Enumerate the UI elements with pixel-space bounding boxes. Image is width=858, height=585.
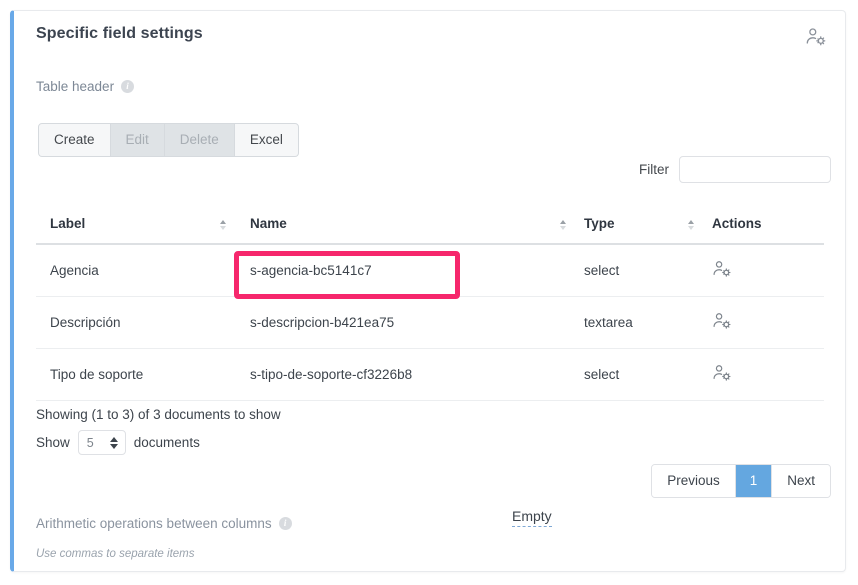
arithmetic-value-editable[interactable]: Empty: [512, 508, 552, 527]
sort-icon-type[interactable]: [688, 220, 694, 230]
table-body: Agencia s-agencia-bc5141c7 select: [36, 244, 824, 401]
section-label-text: Table header: [36, 79, 114, 94]
cell-type: select: [576, 244, 704, 297]
cell-actions: [704, 297, 824, 349]
pagination-page-1[interactable]: 1: [736, 465, 773, 497]
cell-label: Descripción: [36, 297, 236, 349]
specific-field-settings-card: Specific field settings Table header i C…: [10, 10, 846, 572]
user-gear-icon[interactable]: [712, 311, 732, 334]
chevron-updown-icon: [110, 437, 118, 449]
cell-actions: [704, 349, 824, 401]
arithmetic-label-text: Arithmetic operations between columns: [36, 516, 272, 531]
user-gear-icon[interactable]: [712, 363, 732, 386]
create-button[interactable]: Create: [39, 124, 111, 156]
table-row[interactable]: Tipo de soporte s-tipo-de-soporte-cf3226…: [36, 349, 824, 401]
arithmetic-hint-text: Use commas to separate items: [36, 548, 195, 560]
card-inner: Specific field settings Table header i C…: [14, 11, 845, 571]
delete-button[interactable]: Delete: [165, 124, 235, 156]
column-header-label[interactable]: Label: [36, 206, 236, 244]
show-suffix-label: documents: [134, 435, 200, 450]
filter-control: Filter: [639, 156, 831, 183]
cell-label: Tipo de soporte: [36, 349, 236, 401]
table-row[interactable]: Agencia s-agencia-bc5141c7 select: [36, 244, 824, 297]
edit-button[interactable]: Edit: [111, 124, 165, 156]
cell-name: s-descripcion-b421ea75: [236, 297, 576, 349]
page-size-value: 5: [87, 436, 94, 450]
info-icon[interactable]: i: [121, 80, 134, 93]
column-header-actions: Actions: [704, 206, 824, 244]
sort-icon-name[interactable]: [560, 220, 566, 230]
filter-label: Filter: [639, 162, 669, 177]
cell-name: s-agencia-bc5141c7: [236, 244, 576, 297]
showing-documents-text: Showing (1 to 3) of 3 documents to show: [36, 407, 281, 422]
column-header-name-text: Name: [250, 216, 287, 231]
table-row[interactable]: Descripción s-descripcion-b421ea75 texta…: [36, 297, 824, 349]
screenshot-root: Specific field settings Table header i C…: [0, 0, 858, 585]
pagination-previous[interactable]: Previous: [652, 465, 736, 497]
table-header-row: Label Name Type Actions: [36, 206, 824, 244]
cell-label: Agencia: [36, 244, 236, 297]
excel-button[interactable]: Excel: [235, 124, 298, 156]
pagination-next[interactable]: Next: [772, 465, 830, 497]
cell-name: s-tipo-de-soporte-cf3226b8: [236, 349, 576, 401]
column-header-type-text: Type: [584, 216, 615, 231]
arithmetic-operations-label: Arithmetic operations between columns i: [36, 516, 292, 531]
column-header-actions-text: Actions: [712, 216, 762, 231]
column-header-type[interactable]: Type: [576, 206, 704, 244]
cell-type: textarea: [576, 297, 704, 349]
page-title: Specific field settings: [36, 25, 203, 43]
pagination: Previous 1 Next: [651, 464, 831, 498]
table-header-section-label: Table header i: [36, 79, 134, 94]
user-gear-icon[interactable]: [805, 26, 827, 48]
sort-icon-label[interactable]: [220, 220, 226, 230]
table-toolbar: Create Edit Delete Excel: [38, 123, 299, 157]
page-size-select[interactable]: 5: [78, 430, 126, 455]
cell-type: select: [576, 349, 704, 401]
cell-actions: [704, 244, 824, 297]
fields-table: Label Name Type Actions: [36, 206, 824, 401]
column-header-label-text: Label: [50, 216, 85, 231]
filter-input[interactable]: [679, 156, 831, 183]
show-prefix-label: Show: [36, 435, 70, 450]
user-gear-icon[interactable]: [712, 259, 732, 282]
info-icon[interactable]: i: [279, 517, 292, 530]
column-header-name[interactable]: Name: [236, 206, 576, 244]
page-size-control: Show 5 documents: [36, 430, 200, 455]
table-head: Label Name Type Actions: [36, 206, 824, 244]
